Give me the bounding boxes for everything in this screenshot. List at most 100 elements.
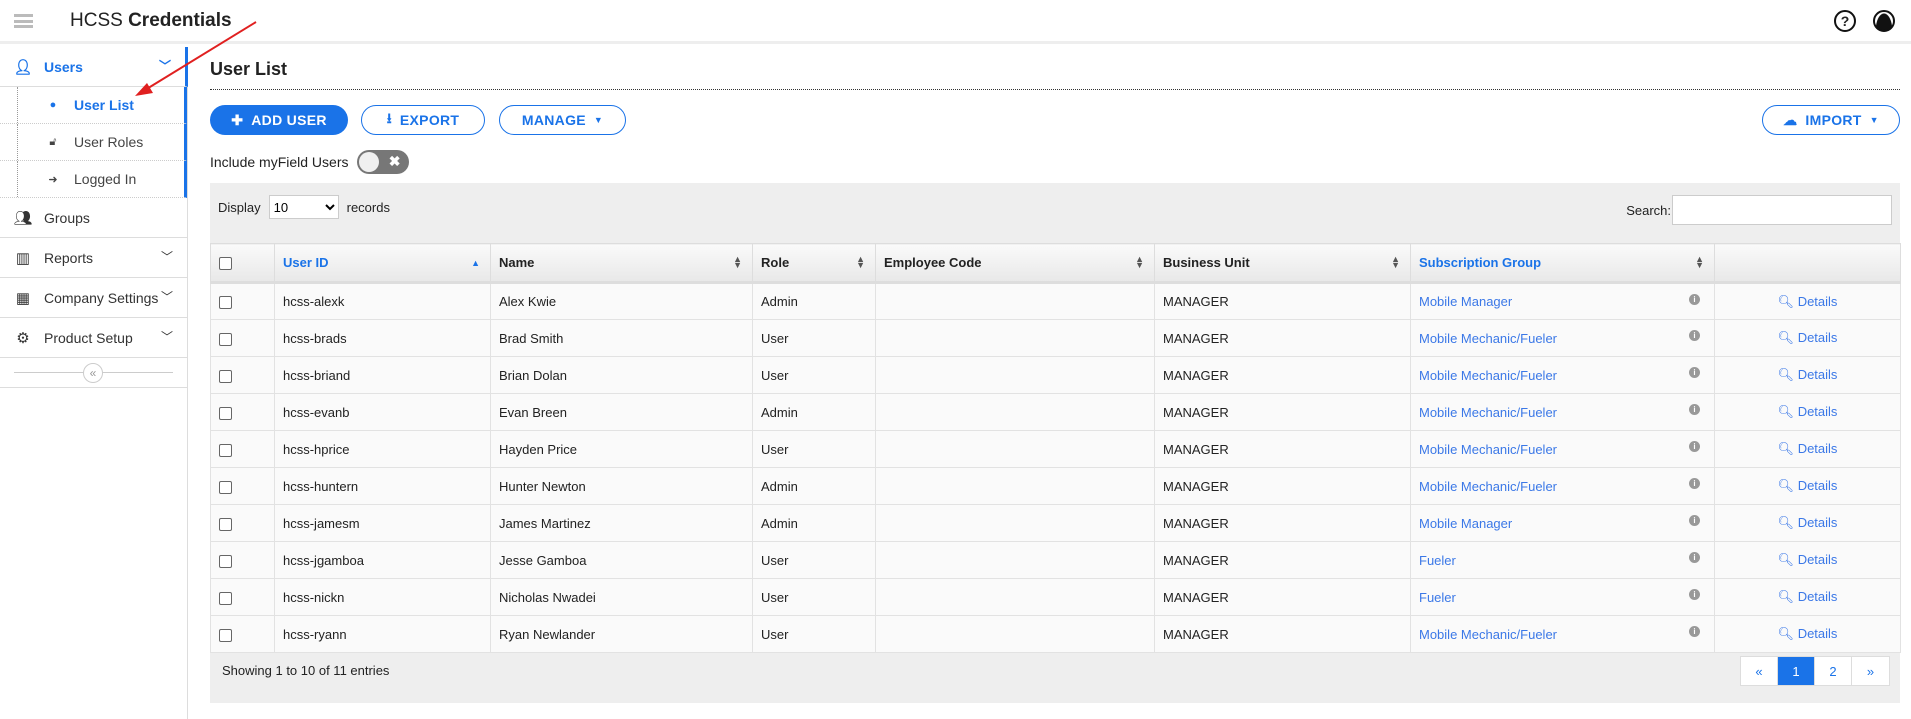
details-link[interactable]: 🔍︎ Details	[1778, 552, 1838, 567]
user-id-cell: hcss-briand	[274, 356, 491, 394]
info-icon[interactable]: i	[1689, 478, 1700, 489]
details-label: Details	[1797, 441, 1838, 456]
details-link[interactable]: 🔍︎ Details	[1778, 515, 1838, 530]
business-unit-cell: MANAGER	[1154, 319, 1411, 357]
details-label: Details	[1797, 626, 1838, 641]
info-icon[interactable]: i	[1689, 294, 1700, 305]
search-plus-icon: 🔍︎	[1777, 441, 1795, 456]
import-button[interactable]: ☁ IMPORT ▼	[1762, 105, 1900, 135]
details-link[interactable]: 🔍︎ Details	[1778, 294, 1838, 309]
details-link[interactable]: 🔍︎ Details	[1778, 478, 1838, 493]
info-icon[interactable]: i	[1689, 367, 1700, 378]
select-all-header	[210, 243, 275, 284]
add-user-label: ADD USER	[251, 112, 327, 128]
help-icon[interactable]: ?	[1834, 10, 1856, 32]
sidebar-item-company-settings[interactable]: ▦ Company Settings ﹀	[0, 278, 187, 318]
subscription-group-link[interactable]: Mobile Mechanic/Fueler	[1419, 627, 1557, 642]
export-button[interactable]: ⭳ EXPORT	[361, 105, 485, 135]
subscription-group-cell: Mobile Mechanic/Fueler i	[1410, 615, 1715, 653]
select-all-checkbox[interactable]	[219, 257, 232, 271]
details-link[interactable]: 🔍︎ Details	[1778, 367, 1838, 382]
page-prev-button[interactable]: «	[1741, 657, 1778, 685]
sidebar-item-reports[interactable]: ▥ Reports ﹀	[0, 238, 187, 278]
subscription-group-link[interactable]: Fueler	[1419, 590, 1456, 605]
subscription-group-link[interactable]: Mobile Mechanic/Fueler	[1419, 479, 1557, 494]
details-link[interactable]: 🔍︎ Details	[1778, 404, 1838, 419]
details-link[interactable]: 🔍︎ Details	[1778, 441, 1838, 456]
employee-code-cell	[875, 504, 1155, 542]
subscription-group-link[interactable]: Mobile Mechanic/Fueler	[1419, 331, 1557, 346]
subscription-group-link[interactable]: Mobile Manager	[1419, 294, 1512, 309]
subscription-group-link[interactable]: Mobile Mechanic/Fueler	[1419, 442, 1557, 457]
pagination: « 1 2 »	[1740, 656, 1890, 686]
collapse-sidebar-button[interactable]: «	[83, 363, 103, 383]
name-cell: Evan Breen	[490, 393, 753, 431]
employee-code-cell	[875, 430, 1155, 468]
business-unit-cell: MANAGER	[1154, 504, 1411, 542]
row-checkbox[interactable]	[219, 296, 232, 310]
row-checkbox[interactable]	[219, 554, 232, 568]
info-icon[interactable]: i	[1689, 515, 1700, 526]
include-myfield-label: Include myField Users	[210, 154, 349, 170]
table-row: hcss-huntern Hunter Newton Admin MANAGER…	[210, 467, 1901, 505]
row-checkbox[interactable]	[219, 443, 232, 457]
account-icon[interactable]	[1873, 10, 1895, 32]
row-checkbox[interactable]	[219, 591, 232, 605]
user-table: User ID ▲ Name ▲ ▼ Role ▲ ▼ Employee Code ▲ ▼ B…	[210, 243, 1901, 653]
download-icon: ⭳	[386, 110, 392, 126]
page-1-button[interactable]: 1	[1778, 657, 1815, 685]
column-header-role[interactable]: Role ▲ ▼	[752, 243, 876, 284]
menu-icon[interactable]	[14, 14, 33, 28]
sidebar-item-groups[interactable]: 👥︎ Groups	[0, 198, 187, 238]
sidebar-item-label: Users	[44, 58, 83, 75]
table-row: hcss-jgamboa Jesse Gamboa User MANAGER F…	[210, 541, 1901, 579]
display-count-select[interactable]: 10	[268, 195, 339, 219]
subscription-group-link[interactable]: Mobile Mechanic/Fueler	[1419, 368, 1557, 383]
details-link[interactable]: 🔍︎ Details	[1778, 330, 1838, 345]
table-row: hcss-briand Brian Dolan User MANAGER Mob…	[210, 356, 1901, 394]
details-link[interactable]: 🔍︎ Details	[1778, 589, 1838, 604]
column-header-user-id[interactable]: User ID ▲	[274, 243, 491, 284]
sidebar: 👤︎ Users ﹀ ● User List 🔓︎ User Roles ➜ Logged…	[0, 47, 188, 719]
row-checkbox[interactable]	[219, 332, 232, 346]
info-icon[interactable]: i	[1689, 552, 1700, 563]
sidebar-item-user-roles[interactable]: 🔓︎ User Roles	[0, 124, 187, 161]
sidebar-item-logged-in[interactable]: ➜ Logged In	[0, 161, 187, 198]
name-cell: Nicholas Nwadei	[490, 578, 753, 616]
column-header-name[interactable]: Name ▲ ▼	[490, 243, 753, 284]
sidebar-item-product-setup[interactable]: ⚙ Product Setup ﹀	[0, 318, 187, 358]
info-icon[interactable]: i	[1689, 589, 1700, 600]
row-checkbox[interactable]	[219, 369, 232, 383]
subscription-group-link[interactable]: Mobile Mechanic/Fueler	[1419, 405, 1557, 420]
add-user-button[interactable]: ✚ ADD USER	[210, 105, 348, 135]
sidebar-item-user-list[interactable]: ● User List	[0, 87, 187, 124]
column-header-employee-code[interactable]: Employee Code ▲ ▼	[875, 243, 1155, 284]
employee-code-cell	[875, 282, 1155, 320]
info-icon[interactable]: i	[1689, 404, 1700, 415]
subscription-group-link[interactable]: Mobile Manager	[1419, 516, 1512, 531]
row-checkbox[interactable]	[219, 517, 232, 531]
column-header-subscription-group[interactable]: Subscription Group ▲ ▼	[1410, 243, 1715, 284]
subscription-group-link[interactable]: Fueler	[1419, 553, 1456, 568]
details-label: Details	[1797, 589, 1838, 604]
search-input[interactable]	[1672, 195, 1892, 225]
role-cell: User	[752, 430, 876, 468]
include-myfield-toggle[interactable]: ✖	[356, 150, 409, 174]
info-icon[interactable]: i	[1689, 330, 1700, 341]
sidebar-item-users[interactable]: 👤︎ Users ﹀	[0, 47, 188, 87]
row-checkbox[interactable]	[219, 406, 232, 420]
sidebar-collapse: «	[0, 358, 187, 388]
manage-button[interactable]: MANAGE ▼	[499, 105, 626, 135]
column-header-business-unit[interactable]: Business Unit ▲ ▼	[1154, 243, 1411, 284]
details-cell: 🔍︎ Details	[1714, 578, 1901, 616]
sidebar-item-label: Company Settings	[44, 289, 159, 306]
page-2-button[interactable]: 2	[1815, 657, 1852, 685]
info-icon[interactable]: i	[1689, 626, 1700, 637]
include-myfield-row: Include myField Users ✖	[210, 150, 409, 174]
details-link[interactable]: 🔍︎ Details	[1778, 626, 1838, 641]
page-next-button[interactable]: »	[1852, 657, 1889, 685]
row-checkbox[interactable]	[219, 480, 232, 494]
info-icon[interactable]: i	[1689, 441, 1700, 452]
column-label: Employee Code	[884, 255, 982, 270]
row-checkbox[interactable]	[219, 628, 232, 642]
